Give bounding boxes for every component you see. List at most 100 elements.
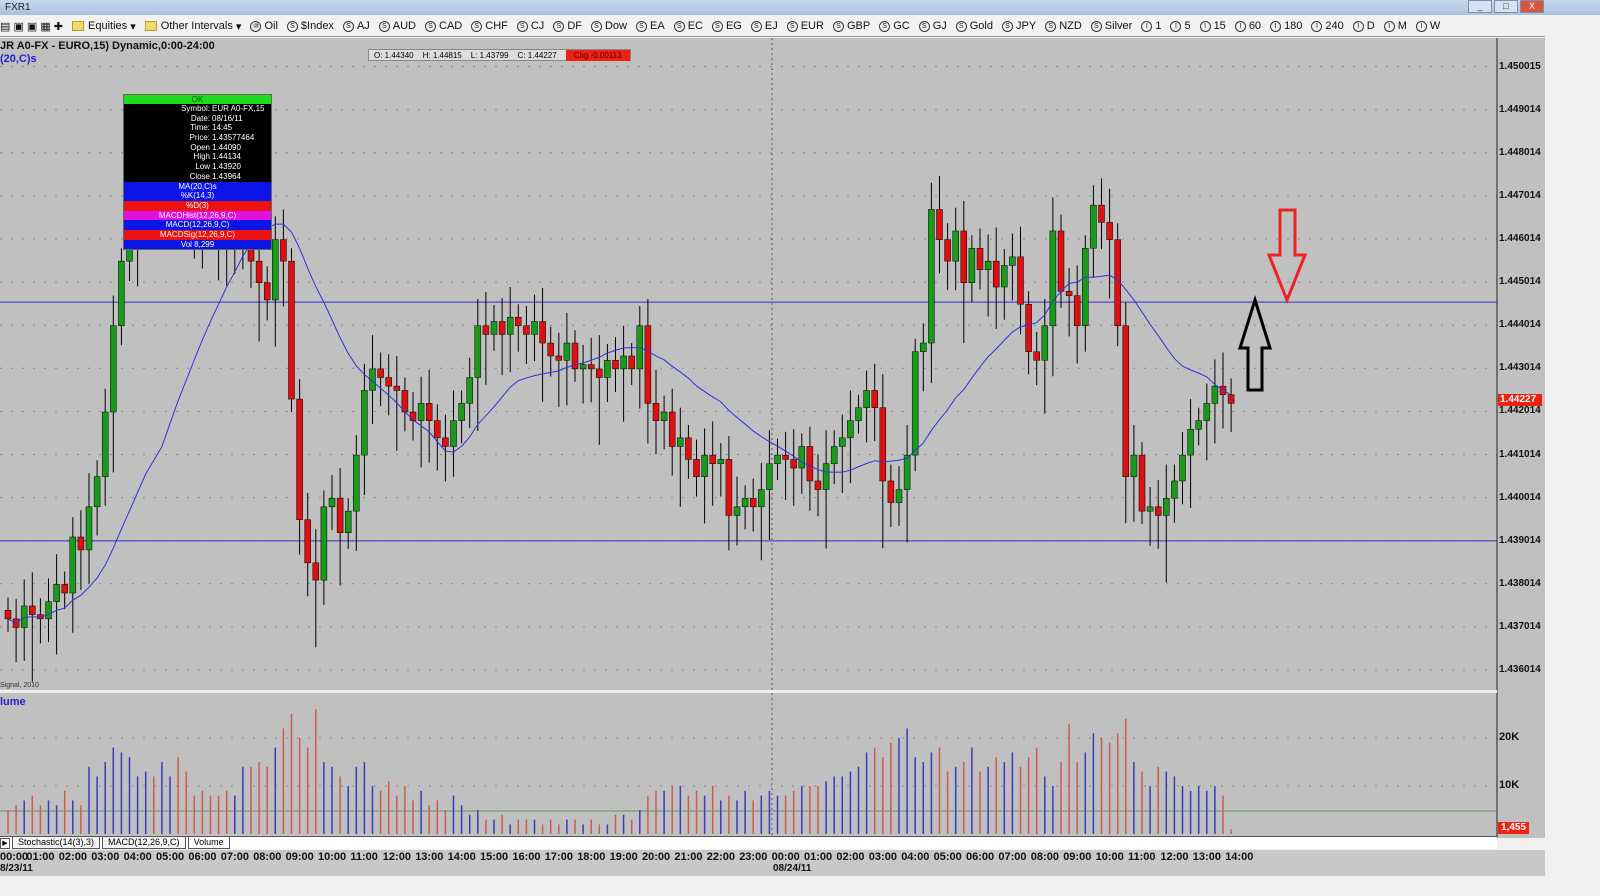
- toolbar-symbol-button[interactable]: S CAD: [425, 20, 462, 32]
- candle-body: [587, 364, 595, 370]
- toolbar-symbol-button[interactable]: I1: [1141, 20, 1161, 32]
- candle-body: [434, 420, 441, 439]
- toolbar-symbol-button[interactable]: I5: [1170, 20, 1191, 32]
- window-title: FXR1: [5, 2, 31, 13]
- candle-body: [1082, 247, 1089, 327]
- candle-body: [1219, 385, 1227, 396]
- toolbar-symbol-button[interactable]: I 240: [1311, 20, 1344, 32]
- symbol-badge-icon: S: [425, 20, 437, 32]
- toolbar-symbol-button[interactable]: S CJ: [516, 20, 544, 32]
- candle-body: [490, 321, 498, 335]
- time-axis-label: 13:00: [415, 851, 444, 863]
- candle-body: [417, 403, 425, 421]
- chart-title: JR A0-FX - EURO,15) Dynamic,0:00-24:00: [0, 40, 215, 52]
- toolbar-symbol-button[interactable]: S Dow: [590, 20, 627, 32]
- tab-scroll-arrow[interactable]: ▶: [0, 837, 10, 849]
- ma-label: ​(20,C)s: [0, 53, 37, 65]
- candle-body: [952, 230, 959, 262]
- time-axis-label: 02:00: [58, 851, 87, 863]
- candle-body: [693, 459, 700, 477]
- time-axis-label: 14:00: [447, 851, 476, 863]
- toolbar-symbol-button[interactable]: S GJ: [918, 20, 947, 32]
- folder-menu[interactable]: Equities ▾: [72, 20, 136, 33]
- close-button[interactable]: X: [1520, 0, 1544, 13]
- minimize-button[interactable]: _: [1468, 0, 1492, 13]
- toolbar-symbol-button[interactable]: S CHF: [471, 20, 508, 32]
- volume-label: lume: [0, 696, 26, 708]
- folder-menu[interactable]: Other Intervals ▾: [144, 20, 241, 33]
- candle-body: [644, 325, 652, 404]
- candle-body: [928, 209, 935, 344]
- toolbar-symbol-button[interactable]: ID: [1352, 20, 1375, 32]
- toolbar-symbol-button[interactable]: I 15: [1199, 20, 1226, 32]
- toolbar-symbol-button[interactable]: S EC: [673, 20, 703, 32]
- tooltip-row: Date: 08/16/11: [190, 113, 243, 123]
- candle-body: [1025, 304, 1032, 352]
- restore-button[interactable]: □: [1494, 0, 1518, 13]
- candle-body: [612, 360, 619, 370]
- symbol-badge-icon: S: [832, 20, 844, 32]
- time-axis-label: 07:00: [998, 851, 1027, 863]
- price-axis-label: 1.442014: [1499, 405, 1541, 417]
- candle-body: [29, 605, 36, 615]
- toolbar-symbol-button[interactable]: S GC: [879, 20, 910, 32]
- toolbar-symbol-button[interactable]: S Gold: [955, 20, 993, 32]
- toolbar-symbol-button[interactable]: IW: [1415, 20, 1440, 32]
- price-axis-label: 1.440014: [1499, 491, 1541, 503]
- candle-body: [863, 390, 870, 408]
- candle-body: [474, 325, 482, 378]
- candle-body: [547, 342, 554, 357]
- toolbar-symbol-button[interactable]: I 180: [1270, 20, 1302, 32]
- candle-body: [336, 497, 344, 533]
- candle-body: [685, 437, 692, 460]
- folder-icon: [72, 21, 85, 31]
- tab-macd[interactable]: MACD(12,26,9,C): [102, 837, 186, 849]
- toolbar-symbol-button[interactable]: S Silver: [1090, 20, 1132, 32]
- time-axis-label: 21:00: [674, 851, 703, 863]
- toolbar-symbol-button[interactable]: S $Index: [286, 20, 334, 32]
- candle-body: [701, 454, 708, 477]
- candle-body: [110, 325, 117, 413]
- toolbar-icons[interactable]: ▤ ▣ ▣ ▦ ✚: [0, 20, 63, 33]
- symbol-badge-icon: S: [879, 20, 891, 32]
- time-axis-label: 04:00: [901, 851, 930, 863]
- time-axis-label: 16:00: [512, 851, 541, 863]
- toolbar-symbol-button[interactable]: S AUD: [378, 20, 416, 32]
- candle-body: [69, 536, 77, 594]
- candle-body: [296, 398, 303, 521]
- time-axis-label: 09:00: [285, 851, 314, 863]
- toolbar-symbol-button[interactable]: ⑩ Oil: [250, 20, 278, 32]
- symbol-badge-icon: S: [955, 20, 967, 32]
- candle-body: [749, 497, 757, 508]
- candle-body: [960, 230, 968, 283]
- down-arrow-annotation: [1266, 208, 1308, 305]
- candle-body: [798, 446, 806, 469]
- candle-body: [814, 480, 822, 490]
- time-axis-label: 08:00: [1030, 851, 1059, 863]
- candle-body: [515, 316, 522, 327]
- toolbar-symbol-button[interactable]: IM: [1383, 20, 1407, 32]
- tooltip-ok-button[interactable]: OK: [124, 95, 271, 104]
- toolbar-symbol-button[interactable]: S EG: [711, 20, 742, 32]
- candle-body: [1146, 506, 1154, 512]
- candle-body: [1041, 325, 1049, 361]
- toolbar-symbol-button[interactable]: S EA: [636, 20, 665, 32]
- candle-body: [579, 364, 587, 370]
- toolbar-symbol-button[interactable]: S DF: [553, 20, 582, 32]
- symbol-badge-icon: S: [1090, 20, 1102, 32]
- toolbar-symbol-button[interactable]: I 60: [1234, 20, 1261, 32]
- candle-body: [85, 506, 93, 551]
- tab-stochastic[interactable]: Stochastic(14(3),3): [12, 837, 101, 849]
- toolbar-symbol-button[interactable]: S JPY: [1002, 20, 1036, 32]
- candle-body: [652, 403, 660, 421]
- candle-body: [1138, 454, 1146, 512]
- toolbar-symbol-button[interactable]: S EJ: [750, 20, 778, 32]
- candle-body: [425, 403, 433, 421]
- toolbar-symbol-button[interactable]: S NZD: [1045, 20, 1082, 32]
- toolbar-symbol-button[interactable]: S GBP: [832, 20, 870, 32]
- toolbar-symbol-button[interactable]: S AJ: [342, 20, 370, 32]
- toolbar-symbol-button[interactable]: S EUR: [786, 20, 824, 32]
- time-axis-label: 15:00: [480, 851, 509, 863]
- candle-body: [1009, 256, 1016, 266]
- tab-volume[interactable]: Volume: [187, 837, 230, 849]
